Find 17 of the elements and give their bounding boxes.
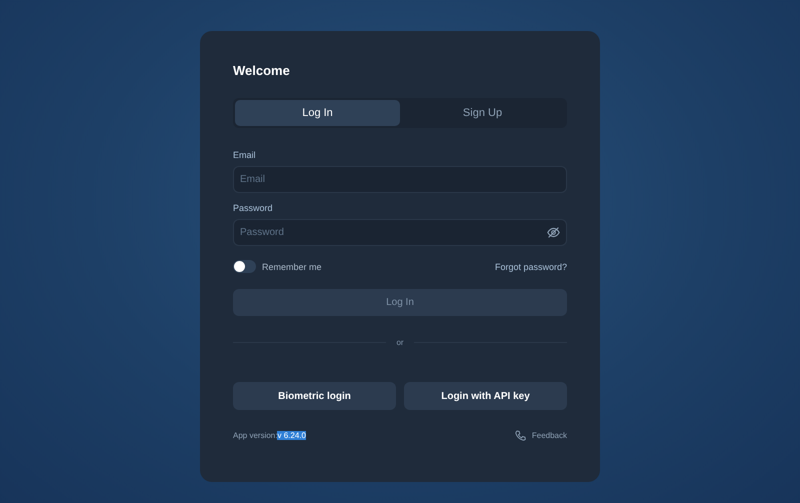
- tab[interactable]: Sign Up: [400, 100, 565, 126]
- phone-icon: [514, 430, 526, 441]
- field-label: Email: [233, 150, 257, 160]
- alt-login-button[interactable]: Login with API key: [404, 382, 567, 410]
- alt-login-button[interactable]: Biometric login: [233, 382, 396, 410]
- eye-slash-icon[interactable]: [547, 226, 560, 239]
- feedback-button[interactable]: Feedback: [514, 430, 567, 441]
- tab[interactable]: Log In: [235, 100, 400, 126]
- version-label: App version:v 6.24.0: [233, 431, 306, 440]
- email-field[interactable]: Email: [233, 166, 567, 193]
- password-field[interactable]: Password: [233, 219, 567, 246]
- remember-label: Remember me: [262, 262, 322, 272]
- field-label: Password: [233, 203, 274, 213]
- title: Welcome: [233, 63, 291, 78]
- divider-text: or: [396, 338, 404, 347]
- forgot-password-link[interactable]: Forgot password?: [494, 262, 567, 272]
- remember-toggle[interactable]: [233, 260, 256, 273]
